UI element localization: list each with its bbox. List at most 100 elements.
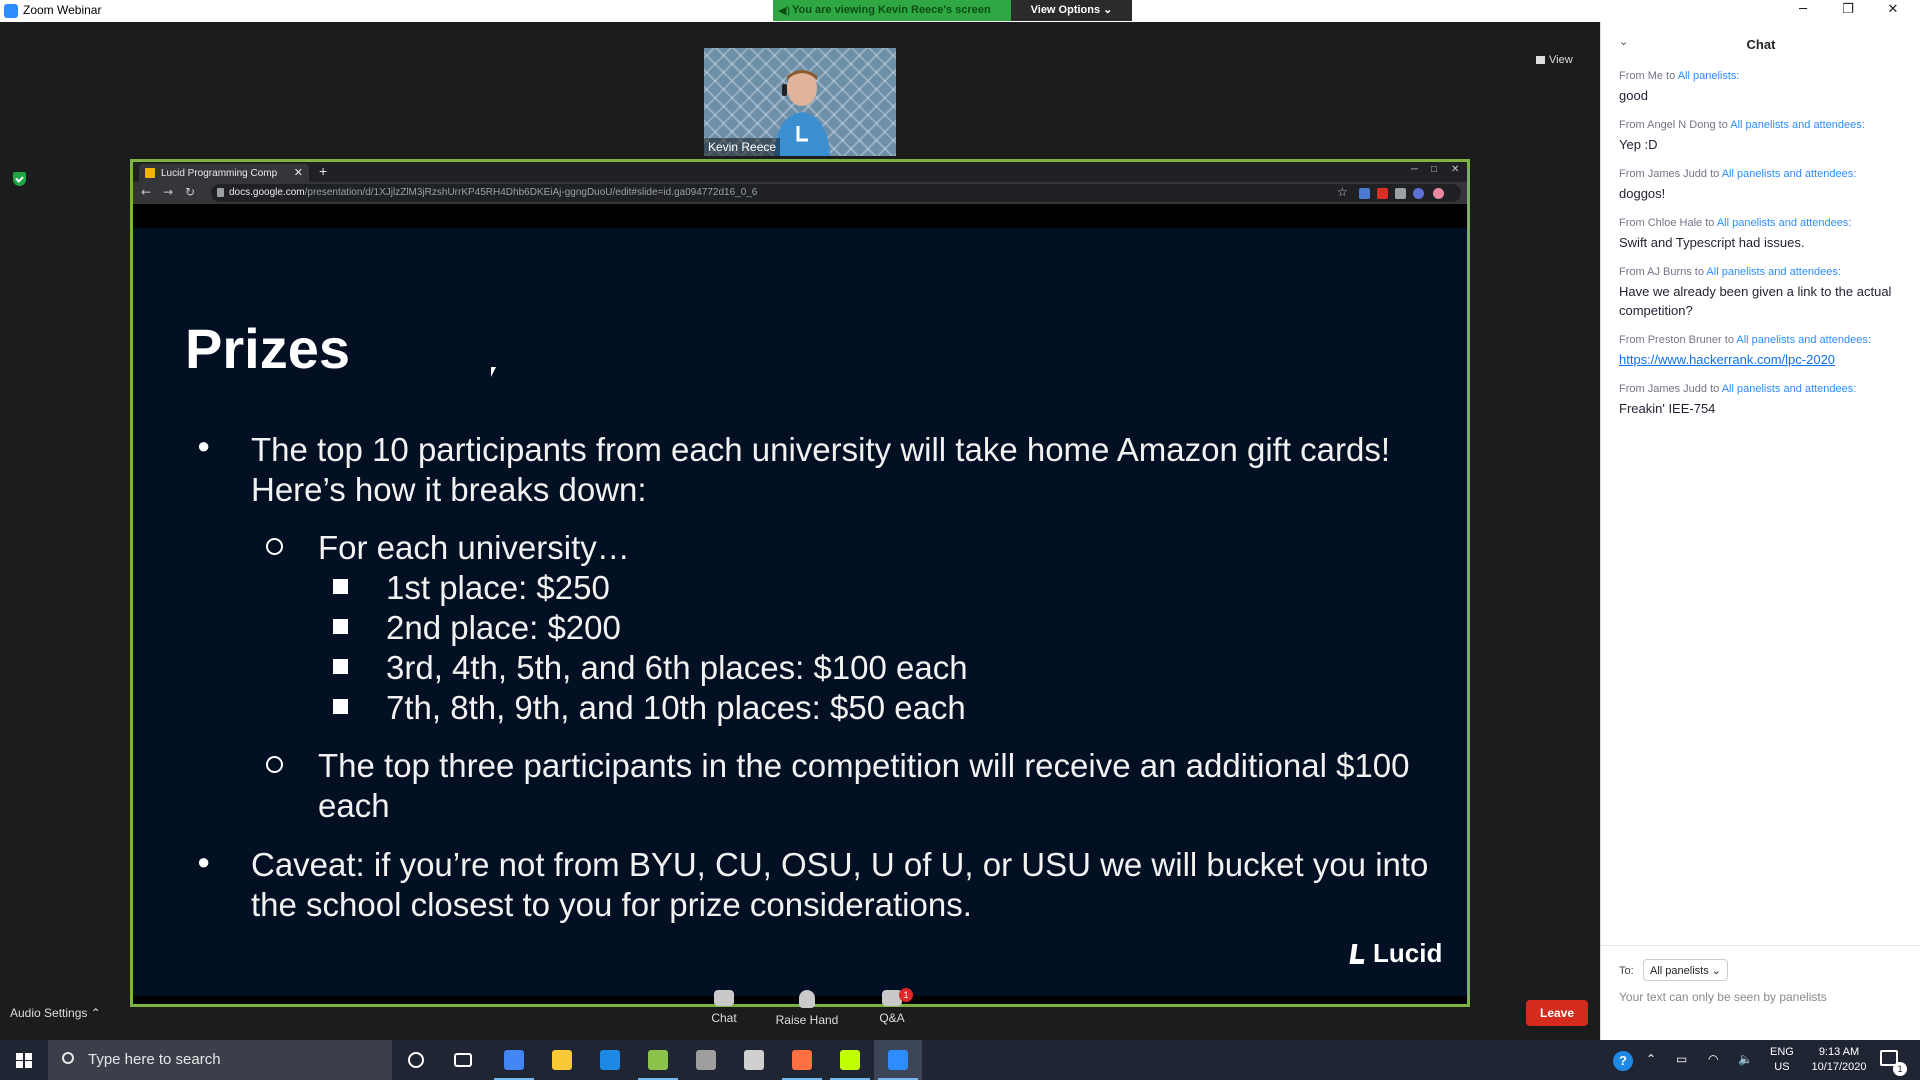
notification-count: 1	[1893, 1062, 1907, 1076]
prize-3rd-6th: 3rd, 4th, 5th, and 6th places: $100 each	[386, 649, 968, 686]
slack-icon	[792, 1050, 812, 1070]
message-sender: From AJ Burns to	[1619, 266, 1707, 278]
viewing-screen-text: You are viewing Kevin Reece's screen	[792, 4, 991, 16]
taskbar-pycharm[interactable]	[826, 1040, 874, 1080]
folder-icon	[552, 1050, 572, 1070]
bullet-square	[333, 659, 348, 674]
message-sender-line: From James Judd to All panelists and att…	[1619, 168, 1911, 180]
qa-button[interactable]: 1 Q&A	[857, 988, 927, 1025]
taskbar-slack[interactable]	[778, 1040, 826, 1080]
cortana-icon	[408, 1052, 424, 1068]
close-button[interactable]: ✕	[1871, 0, 1915, 22]
view-options-button[interactable]: View Options ⌄	[1011, 0, 1132, 21]
chat-bubble-icon	[714, 990, 734, 1006]
bookmark-star-icon[interactable]: ☆	[1337, 185, 1348, 199]
browser-tab-bar: Lucid Programming Comp ✕ + ─ □ ✕	[133, 162, 1467, 182]
volume-icon[interactable]: 🔈	[1738, 1052, 1753, 1066]
start-button[interactable]	[0, 1040, 48, 1080]
cortana-button[interactable]	[392, 1040, 440, 1080]
chevron-up-icon[interactable]: ⌃	[1646, 1052, 1656, 1066]
taskbar-notepad[interactable]	[634, 1040, 682, 1080]
bullet-dot: ●	[197, 849, 211, 874]
clock[interactable]: 9:13 AM 10/17/2020	[1804, 1045, 1874, 1075]
battery-icon[interactable]: ▭	[1676, 1052, 1687, 1066]
prize-1st: 1st place: $250	[386, 569, 610, 606]
tab-close-icon[interactable]: ✕	[294, 166, 303, 179]
message-text: good	[1619, 88, 1648, 103]
raise-hand-button[interactable]: Raise Hand	[772, 990, 842, 1027]
bullet-square	[333, 699, 348, 714]
prize-2nd: 2nd place: $200	[386, 609, 621, 646]
message-text: Freakin' IEE-754	[1619, 401, 1716, 416]
taskbar-chrome[interactable]	[490, 1040, 538, 1080]
minimize-button[interactable]: ─	[1781, 0, 1825, 22]
viewing-screen-banner: ◀) You are viewing Kevin Reece's screen	[773, 0, 1011, 21]
pycharm-icon	[840, 1050, 860, 1070]
chat-input[interactable]: Your text can only be seen by panelists	[1619, 990, 1827, 1004]
region-code: US	[1774, 1061, 1790, 1073]
restore-button[interactable]: ❐	[1826, 0, 1870, 22]
chat-message: From James Judd to All panelists and att…	[1619, 168, 1911, 203]
raise-hand-label: Raise Hand	[775, 1013, 839, 1027]
view-toggle-button[interactable]: View	[1536, 54, 1573, 66]
message-sender: From James Judd to	[1619, 168, 1722, 180]
message-link[interactable]: https://www.hackerrank.com/lpc-2020	[1619, 350, 1911, 369]
browser-close-icon[interactable]: ✕	[1451, 164, 1459, 175]
bullet-1-line-2: Here’s how it breaks down:	[251, 471, 647, 508]
app-icon	[600, 1050, 620, 1070]
taskbar-file-explorer[interactable]	[538, 1040, 586, 1080]
taskbar-search-box[interactable]: Type here to search	[48, 1040, 392, 1080]
message-sender-line: From Chloe Hale to All panelists and att…	[1619, 217, 1911, 229]
wifi-icon[interactable]: ◠	[1708, 1052, 1718, 1066]
browser-maximize-icon[interactable]: □	[1431, 164, 1437, 175]
profile-avatar-icon[interactable]	[1413, 188, 1424, 199]
new-tab-button[interactable]: +	[319, 163, 327, 179]
taskbar-app[interactable]	[682, 1040, 730, 1080]
qa-button-label: Q&A	[879, 1011, 905, 1025]
shared-screen: Lucid Programming Comp ✕ + ─ □ ✕ ← → ↻ d…	[130, 159, 1470, 1007]
puzzle-icon[interactable]	[1395, 188, 1406, 199]
security-shield-icon[interactable]	[13, 172, 26, 186]
browser-tab[interactable]: Lucid Programming Comp ✕	[139, 164, 309, 182]
taskbar-zoom[interactable]	[874, 1040, 922, 1080]
clock-time: 9:13 AM	[1818, 1046, 1860, 1058]
chat-button-label: Chat	[711, 1011, 737, 1025]
hand-icon	[799, 990, 815, 1008]
chat-divider	[1601, 945, 1920, 946]
language-indicator[interactable]: ENG US	[1770, 1045, 1794, 1075]
lucid-logo: Lucid	[1349, 938, 1442, 969]
leave-button[interactable]: Leave	[1526, 1000, 1588, 1026]
presentation-slide: Prizes ● The top 10 participants from ea…	[133, 228, 1467, 996]
help-icon[interactable]: ?	[1613, 1051, 1633, 1071]
forward-icon[interactable]: →	[163, 185, 173, 199]
chat-message: From AJ Burns to All panelists and atten…	[1619, 266, 1911, 320]
extension-icon[interactable]	[1377, 188, 1388, 199]
taskbar-terminal[interactable]	[730, 1040, 778, 1080]
message-sender-line: From Angel N Dong to All panelists and a…	[1619, 119, 1911, 131]
language-code: ENG	[1770, 1046, 1794, 1058]
chat-header: Chat	[1746, 37, 1776, 52]
bullet-circle	[266, 756, 283, 773]
message-text: doggos!	[1619, 186, 1666, 201]
grid-view-icon	[1536, 56, 1545, 64]
taskbar-search-placeholder: Type here to search	[88, 1051, 221, 1068]
back-icon[interactable]: ←	[141, 185, 151, 199]
browser-minimize-icon[interactable]: ─	[1411, 164, 1418, 175]
extension-icon[interactable]	[1359, 188, 1370, 199]
qa-badge: 1	[899, 988, 913, 1002]
slides-favicon-icon	[145, 168, 155, 178]
message-sender: From Chloe Hale to	[1619, 217, 1717, 229]
speaker-video-thumbnail[interactable]: Kevin Reece	[704, 48, 896, 156]
chat-message: From Angel N Dong to All panelists and a…	[1619, 119, 1911, 154]
message-recipients: All panelists and attendees:	[1716, 217, 1852, 229]
url-path: /presentation/d/1XJjlzZlM3jRzshUrrKP45RH…	[304, 187, 758, 198]
menu-icon[interactable]	[1433, 188, 1444, 199]
audio-settings-button[interactable]: Audio Settings ⌃	[10, 1006, 101, 1020]
chat-recipient-select[interactable]: All panelists ⌄	[1643, 959, 1728, 981]
taskbar-app[interactable]	[586, 1040, 634, 1080]
task-view-button[interactable]	[440, 1040, 488, 1080]
chat-to-label: To:	[1619, 965, 1634, 977]
chat-button[interactable]: Chat	[689, 990, 759, 1025]
address-bar[interactable]: docs.google.com/presentation/d/1XJjlzZlM…	[211, 184, 1461, 202]
reload-icon[interactable]: ↻	[185, 185, 195, 199]
